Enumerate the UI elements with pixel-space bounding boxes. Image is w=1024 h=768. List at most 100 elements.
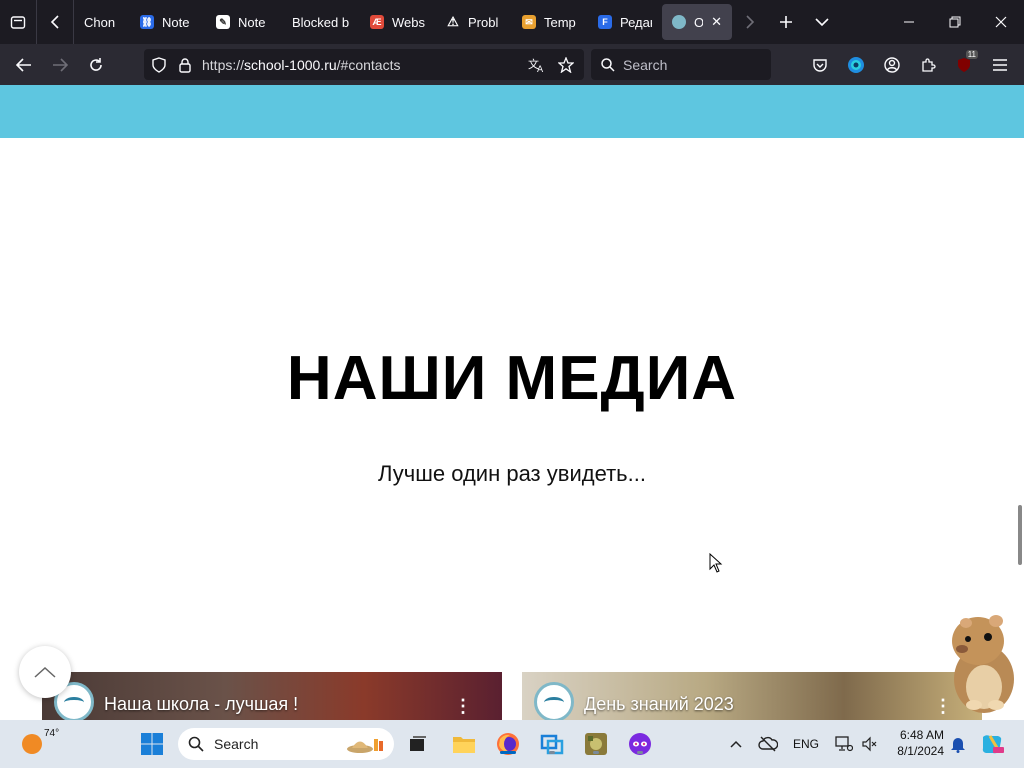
tab-label: Note [162, 14, 190, 30]
bookmark-star-icon[interactable] [558, 56, 574, 73]
search-icon [601, 57, 615, 72]
folder-icon [453, 737, 475, 753]
windows-logo-icon [141, 733, 163, 755]
ublock-button[interactable]: 11 [946, 44, 982, 85]
hamster-mascot-icon[interactable] [944, 609, 1020, 715]
reload-button[interactable] [78, 44, 114, 85]
firefox-button[interactable] [494, 730, 522, 758]
tab-5[interactable]: Æ Webs [360, 4, 436, 40]
video-card[interactable]: Наша школа - лучшая ! ⋮ [42, 672, 502, 720]
close-icon [995, 16, 1007, 28]
tab-strip: Chon ⛓ Note ✎ Note Blocked b Æ Webs ⚠ Pr… [0, 0, 1024, 44]
search-placeholder: Search [623, 56, 668, 73]
taskbar-search-placeholder: Search [214, 736, 259, 752]
ae-icon: Æ [370, 15, 384, 29]
ublock-count-badge: 11 [965, 50, 978, 59]
chevron-left-icon [50, 15, 59, 29]
running-indicator [637, 751, 643, 754]
menu-button[interactable] [982, 44, 1018, 85]
sun-icon [22, 734, 42, 754]
weather-widget[interactable]: 74° [22, 728, 59, 754]
video-title[interactable]: Наша школа - лучшая ! [104, 694, 298, 715]
f-icon: F [598, 15, 612, 29]
app-button-1[interactable] [538, 730, 566, 758]
plus-icon [780, 16, 792, 28]
back-button[interactable] [6, 44, 42, 85]
copilot-pre-icon [982, 735, 1004, 754]
section-heading: НАШИ МЕДИА [286, 344, 738, 413]
taskbar-search[interactable]: Search [178, 728, 394, 760]
tab-3[interactable]: ✎ Note [206, 4, 282, 40]
show-hidden-icons-button[interactable] [722, 730, 750, 758]
close-window-button[interactable] [978, 0, 1024, 44]
link-icon: ⛓ [140, 15, 154, 29]
tab-2[interactable]: ⛓ Note [130, 4, 206, 40]
url-path: /#contacts [336, 56, 401, 73]
chevron-up-icon [730, 740, 742, 748]
url-text[interactable]: https://school-1000.ru/#contacts [202, 57, 400, 73]
language-indicator[interactable]: ENG [793, 720, 819, 768]
speaker-muted-icon [862, 736, 877, 752]
arrow-left-icon [16, 57, 31, 72]
shield-icon[interactable] [152, 56, 166, 73]
extensions-button[interactable] [910, 44, 946, 85]
page-scrollbar[interactable] [1018, 505, 1022, 565]
address-bar[interactable]: https://school-1000.ru/#contacts 文A [144, 49, 584, 80]
extension-globe-button[interactable] [838, 44, 874, 85]
start-button[interactable] [138, 730, 166, 758]
svg-text:A: A [537, 65, 544, 73]
tab-8[interactable]: F Редак [588, 4, 662, 40]
app-button-3[interactable] [626, 730, 654, 758]
video-card[interactable]: День знаний 2023 ⋮ [522, 672, 982, 720]
tab-1[interactable]: Chon [74, 4, 130, 40]
volume-button[interactable] [856, 730, 884, 758]
tab-label: Temp [544, 14, 576, 30]
weather-temperature: 74° [44, 728, 60, 739]
chevron-down-icon [815, 18, 829, 27]
app-button-2[interactable] [582, 730, 610, 758]
system-clock[interactable]: 6:48 AM 8/1/2024 [888, 727, 944, 759]
tab-label: Probl [468, 14, 499, 30]
more-options-icon[interactable]: ⋮ [454, 696, 472, 717]
lock-icon[interactable] [178, 57, 192, 73]
scroll-tabs-left-button[interactable] [37, 0, 73, 44]
notifications-button[interactable] [944, 730, 972, 758]
windows-taskbar: 74° Search ENG 6:48 AM 8/1/2024 [0, 720, 1024, 768]
language-label: ENG [793, 737, 820, 751]
close-tab-icon[interactable]: ✕ [711, 14, 722, 30]
url-domain: school-1000.ru [244, 56, 337, 73]
channel-avatar[interactable] [534, 682, 574, 720]
minimize-button[interactable] [886, 0, 932, 44]
onedrive-button[interactable] [754, 730, 782, 758]
clock-date: 8/1/2024 [897, 744, 944, 758]
tab-7[interactable]: ✉ Temp [512, 4, 588, 40]
navigation-toolbar: https://school-1000.ru/#contacts 文A Sear… [0, 44, 1024, 85]
file-explorer-button[interactable] [450, 730, 478, 758]
scroll-to-top-button[interactable] [19, 646, 71, 698]
tab-4[interactable]: Blocked b [282, 4, 360, 40]
tabs-list-icon [10, 16, 26, 29]
list-all-tabs-button[interactable] [804, 0, 840, 44]
new-tab-button[interactable] [768, 0, 804, 44]
tab-overview-button[interactable] [0, 0, 36, 44]
section-subheading: Лучше один раз увидеть... [378, 461, 646, 486]
restore-icon [949, 16, 961, 28]
pocket-button[interactable] [802, 44, 838, 85]
colorful-globe-icon [848, 56, 864, 73]
account-button[interactable] [874, 44, 910, 85]
arrow-right-icon [53, 57, 68, 72]
search-icon [188, 736, 204, 752]
forward-button[interactable] [42, 44, 78, 85]
video-title[interactable]: День знаний 2023 [584, 694, 734, 715]
copilot-button[interactable] [978, 730, 1006, 758]
task-view-button[interactable] [404, 730, 432, 758]
translate-icon[interactable]: 文A [528, 57, 546, 73]
mail-icon: ✉ [522, 15, 536, 29]
tab-active[interactable]: Об ✕ [662, 4, 732, 40]
scroll-tabs-right-button[interactable] [732, 0, 768, 44]
search-bar[interactable]: Search [591, 49, 771, 80]
network-button[interactable] [830, 730, 858, 758]
restore-button[interactable] [932, 0, 978, 44]
tab-6[interactable]: ⚠ Probl [436, 4, 512, 40]
running-indicator [549, 751, 555, 754]
